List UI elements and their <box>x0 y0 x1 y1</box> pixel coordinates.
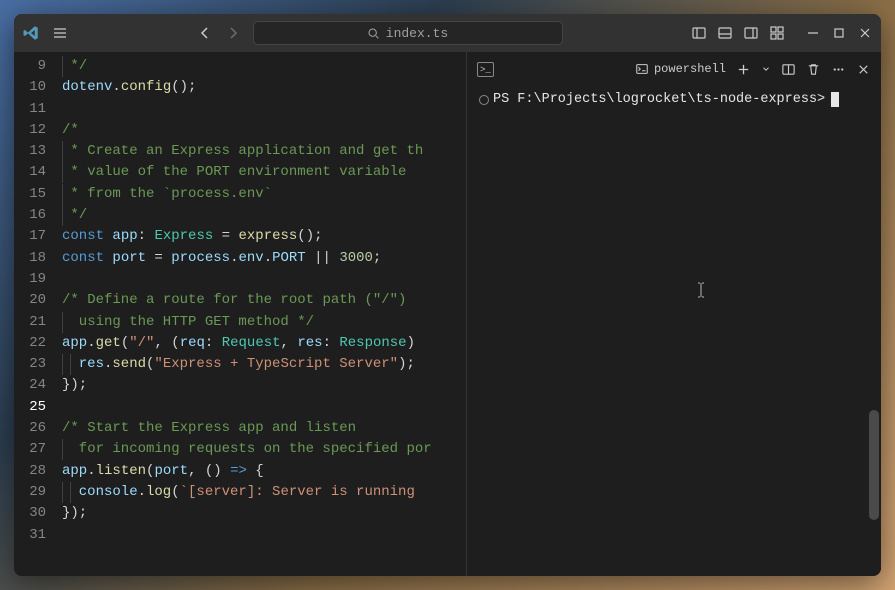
window-close-icon[interactable] <box>857 25 873 41</box>
nav-back-icon[interactable] <box>197 25 213 41</box>
more-actions-icon[interactable] <box>831 62 846 77</box>
terminal-body[interactable]: PS F:\Projects\logrocket\ts-node-express… <box>467 86 881 576</box>
line-number: 27 <box>14 439 46 460</box>
code-line[interactable]: for incoming requests on the specified p… <box>62 439 466 460</box>
layout-panel-bottom-icon[interactable] <box>717 25 733 41</box>
line-number: 25 <box>14 397 46 418</box>
code-editor[interactable]: 9101112131415161718192021222324252627282… <box>14 52 466 576</box>
line-number: 28 <box>14 461 46 482</box>
code-line[interactable]: /* Define a route for the root path ("/"… <box>62 290 466 311</box>
line-number: 19 <box>14 269 46 290</box>
search-label: index.ts <box>386 26 448 41</box>
terminal-prompt: PS F:\Projects\logrocket\ts-node-express… <box>493 92 825 107</box>
line-number: 26 <box>14 418 46 439</box>
line-number: 24 <box>14 375 46 396</box>
line-number: 22 <box>14 333 46 354</box>
line-number: 23 <box>14 354 46 375</box>
split-terminal-icon[interactable] <box>781 62 796 77</box>
code-line[interactable]: app.listen(port, () => { <box>62 461 466 482</box>
line-number: 18 <box>14 248 46 269</box>
terminal-scrollbar[interactable] <box>869 54 879 524</box>
command-center-search[interactable]: index.ts <box>253 21 563 45</box>
code-line[interactable]: }); <box>62 503 466 524</box>
line-number: 31 <box>14 525 46 546</box>
titlebar: index.ts <box>14 14 881 52</box>
layout-sidebar-right-icon[interactable] <box>743 25 759 41</box>
window-maximize-icon[interactable] <box>831 25 847 41</box>
shell-label-text: powershell <box>654 62 726 76</box>
code-line[interactable]: */ <box>62 56 466 77</box>
line-number: 16 <box>14 205 46 226</box>
code-line[interactable]: * Create an Express application and get … <box>62 141 466 162</box>
terminal-dropdown-icon[interactable] <box>761 62 771 77</box>
window-minimize-icon[interactable] <box>805 25 821 41</box>
code-line[interactable]: console.log(`[server]: Server is running <box>62 482 466 503</box>
vscode-window: index.ts 9101112131415161718192021222324… <box>14 14 881 576</box>
line-number: 30 <box>14 503 46 524</box>
layout-sidebar-left-icon[interactable] <box>691 25 707 41</box>
line-number: 14 <box>14 162 46 183</box>
code-line[interactable] <box>62 397 466 418</box>
code-line[interactable] <box>62 269 466 290</box>
code-line[interactable]: * value of the PORT environment variable <box>62 162 466 183</box>
terminal-tab-icon[interactable]: >_ <box>477 62 494 77</box>
line-number: 15 <box>14 184 46 205</box>
customize-layout-icon[interactable] <box>769 25 785 41</box>
prompt-status-icon <box>479 95 489 105</box>
code-line[interactable]: dotenv.config(); <box>62 77 466 98</box>
mouse-text-cursor-icon <box>697 282 705 298</box>
line-number-gutter: 9101112131415161718192021222324252627282… <box>14 52 62 576</box>
code-line[interactable]: */ <box>62 205 466 226</box>
line-number: 9 <box>14 56 46 77</box>
code-line[interactable]: res.send("Express + TypeScript Server"); <box>62 354 466 375</box>
code-line[interactable]: const app: Express = express(); <box>62 226 466 247</box>
code-line[interactable]: app.get("/", (req: Request, res: Respons… <box>62 333 466 354</box>
terminal-header: >_ powershell <box>467 52 881 86</box>
code-line[interactable]: }); <box>62 375 466 396</box>
new-terminal-icon[interactable] <box>736 62 751 77</box>
line-number: 21 <box>14 312 46 333</box>
kill-terminal-icon[interactable] <box>806 62 821 77</box>
code-line[interactable]: const port = process.env.PORT || 3000; <box>62 248 466 269</box>
line-number: 20 <box>14 290 46 311</box>
terminal-cursor <box>831 92 839 107</box>
line-number: 10 <box>14 77 46 98</box>
line-number: 13 <box>14 141 46 162</box>
line-number: 12 <box>14 120 46 141</box>
nav-forward-icon[interactable] <box>225 25 241 41</box>
code-line[interactable] <box>62 525 466 546</box>
code-content[interactable]: */dotenv.config();/** Create an Express … <box>62 52 466 576</box>
line-number: 11 <box>14 99 46 120</box>
code-line[interactable]: /* Start the Express app and listen <box>62 418 466 439</box>
code-line[interactable]: /* <box>62 120 466 141</box>
code-line[interactable]: * from the `process.env` <box>62 184 466 205</box>
line-number: 17 <box>14 226 46 247</box>
vscode-logo-icon <box>22 24 40 42</box>
terminal-shell-selector[interactable]: powershell <box>635 62 726 76</box>
code-line[interactable]: using the HTTP GET method */ <box>62 312 466 333</box>
line-number: 29 <box>14 482 46 503</box>
hamburger-menu-icon[interactable] <box>52 25 68 41</box>
terminal-panel: >_ powershell PS F:\Projects\logrocket\t… <box>466 52 881 576</box>
code-line[interactable] <box>62 99 466 120</box>
